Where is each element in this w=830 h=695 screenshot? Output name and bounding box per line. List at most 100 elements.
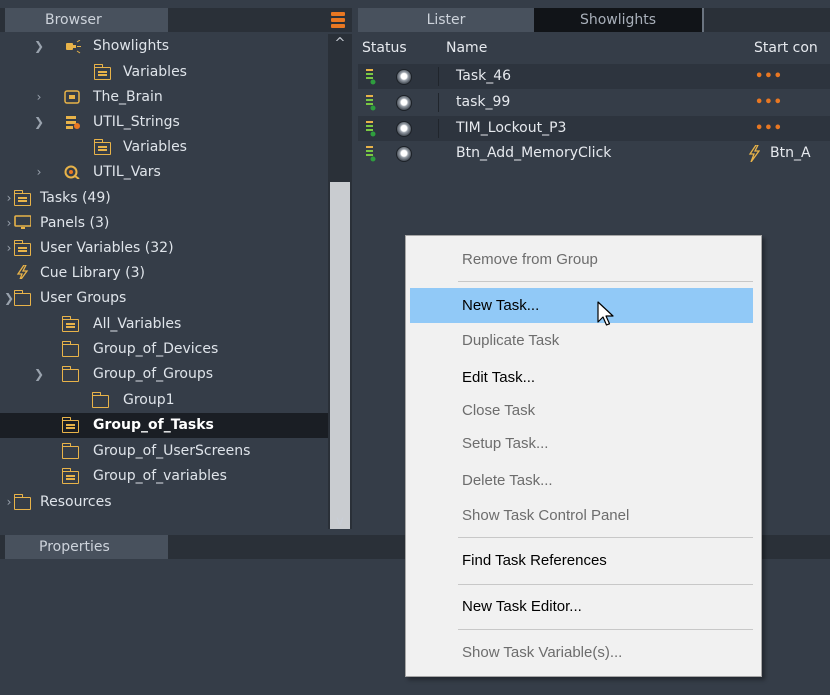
browser-header: Browser	[0, 8, 352, 32]
scrollbar-thumb[interactable]	[330, 182, 350, 529]
tree-item-label: Group_of_Groups	[93, 366, 214, 382]
tree-item-label: All_Variables	[93, 316, 182, 332]
status-indicator-icon	[396, 121, 412, 137]
tree-item-label: Tasks (49)	[40, 190, 111, 206]
chevron-down-icon[interactable]: ❯	[32, 362, 46, 387]
status-indicator-icon	[396, 95, 412, 111]
column-divider	[438, 119, 439, 138]
tree-item-the-brain[interactable]: › The_Brain	[0, 85, 328, 110]
folder-icon	[91, 392, 109, 408]
tree-item-all-variables[interactable]: All_Variables	[0, 312, 328, 337]
task-status-icon	[366, 69, 376, 85]
showlights-icon	[66, 40, 81, 54]
tree-item-group-of-groups[interactable]: ❯ Group_of_Groups	[0, 362, 328, 387]
lightning-icon	[748, 145, 760, 162]
chevron-right-icon[interactable]: ›	[32, 85, 46, 110]
tasks-folder-icon	[13, 190, 31, 206]
menu-item-duplicate-task[interactable]: Duplicate Task	[410, 323, 753, 358]
tree-item-resources[interactable]: › Resources	[0, 490, 328, 515]
tree-item-label: Variables	[123, 139, 187, 155]
folder-icon	[13, 290, 31, 306]
tab-lister[interactable]: Lister	[358, 8, 534, 32]
variables-folder-icon	[13, 240, 31, 256]
lightning-icon	[16, 265, 29, 279]
menu-item-delete-task[interactable]: Delete Task...	[410, 463, 753, 498]
chevron-down-icon[interactable]: ❯	[32, 34, 46, 59]
menu-item-setup-task[interactable]: Setup Task...	[410, 426, 753, 461]
vars-module-icon	[64, 165, 80, 179]
scroll-up-icon[interactable]: ^	[328, 36, 352, 51]
hamburger-menu-icon[interactable]	[331, 12, 345, 28]
tree-item-label: Resources	[40, 494, 112, 510]
start-condition: •••	[755, 95, 783, 110]
status-indicator-icon	[396, 69, 412, 85]
menu-item-edit-task[interactable]: Edit Task...	[410, 360, 753, 395]
brain-module-icon	[64, 90, 80, 104]
variables-folder-icon	[61, 468, 79, 484]
table-row[interactable]: Task_46 •••	[358, 64, 830, 89]
menu-item-show-task-control-panel[interactable]: Show Task Control Panel	[410, 498, 753, 533]
tree-item-showlights[interactable]: ❯ Showlights	[0, 34, 328, 59]
column-header-name[interactable]: Name	[446, 37, 487, 59]
table-row[interactable]: Btn_Add_MemoryClick Btn_A	[358, 141, 830, 166]
menu-separator	[458, 281, 753, 282]
table-row[interactable]: task_99 •••	[358, 90, 830, 115]
tree-item-group-of-userscreens[interactable]: Group_of_UserScreens	[0, 439, 328, 464]
browser-tab[interactable]: Browser	[5, 8, 168, 32]
tree-item-cue-library[interactable]: Cue Library (3)	[0, 261, 328, 286]
tree-item-label: User Groups	[40, 290, 127, 306]
menu-item-close-task[interactable]: Close Task	[410, 393, 753, 428]
chevron-right-icon[interactable]: ›	[32, 160, 46, 185]
menu-item-new-task[interactable]: New Task...	[410, 288, 753, 323]
variables-folder-icon	[93, 64, 111, 80]
folder-icon	[61, 443, 79, 459]
tree-item-tasks[interactable]: › Tasks (49)	[0, 186, 328, 211]
tab-showlights[interactable]: Showlights	[534, 8, 704, 32]
tree-item-showlights-variables[interactable]: Variables	[0, 60, 328, 85]
variables-folder-icon	[61, 316, 79, 332]
monitor-icon	[14, 215, 31, 229]
tree-item-group-of-variables[interactable]: Group_of_variables	[0, 464, 328, 489]
tree-item-util-strings[interactable]: ❯ UTIL_Strings	[0, 110, 328, 135]
menu-item-new-task-editor[interactable]: New Task Editor...	[410, 589, 753, 624]
properties-tab[interactable]: Properties	[5, 535, 168, 559]
tasks-folder-icon	[61, 417, 79, 433]
tree-item-user-groups[interactable]: ❯ User Groups	[0, 286, 328, 311]
tree-item-label: Group_of_UserScreens	[93, 443, 251, 459]
tree-item-group-of-tasks[interactable]: Group_of_Tasks	[0, 413, 328, 438]
status-indicator-icon	[396, 146, 412, 162]
tree-item-user-variables[interactable]: › User Variables (32)	[0, 236, 328, 261]
folder-icon	[13, 494, 31, 510]
column-header-status[interactable]: Status	[362, 37, 407, 59]
task-status-icon	[366, 146, 376, 162]
chevron-down-icon[interactable]: ❯	[32, 110, 46, 135]
table-row[interactable]: TIM_Lockout_P3 •••	[358, 116, 830, 141]
tree-item-group1[interactable]: Group1	[0, 388, 328, 413]
tree-item-label: The_Brain	[93, 89, 163, 105]
tree-item-panels[interactable]: › Panels (3)	[0, 211, 328, 236]
tree-item-label: Group1	[123, 392, 175, 408]
tree-item-util-strings-variables[interactable]: Variables	[0, 135, 328, 160]
scroll-down-icon[interactable]: v	[328, 514, 352, 529]
start-condition: •••	[755, 69, 783, 84]
mouse-pointer-icon	[597, 301, 614, 326]
tree-item-label: Group_of_Tasks	[93, 417, 214, 433]
tree-item-group-of-devices[interactable]: Group_of_Devices	[0, 337, 328, 362]
column-divider	[438, 67, 439, 86]
task-name: task_99	[456, 94, 511, 110]
task-name: Task_46	[456, 68, 512, 84]
task-status-icon	[366, 95, 376, 111]
variables-folder-icon	[93, 139, 111, 155]
tree-item-label: Cue Library (3)	[40, 265, 145, 281]
browser-scrollbar[interactable]: ^ v	[328, 34, 352, 529]
tree-item-label: Group_of_variables	[93, 468, 227, 484]
strings-icon	[66, 116, 80, 129]
tree-item-util-vars[interactable]: › UTIL_Vars	[0, 160, 328, 185]
folder-icon	[61, 366, 79, 382]
menu-item-show-task-variables[interactable]: Show Task Variable(s)...	[410, 635, 753, 670]
column-header-start-condition[interactable]: Start con	[754, 37, 818, 59]
tree-item-label: User Variables (32)	[40, 240, 174, 256]
menu-item-find-task-references[interactable]: Find Task References	[410, 543, 753, 578]
tree-item-label: Showlights	[93, 38, 170, 54]
menu-item-remove-from-group[interactable]: Remove from Group	[410, 242, 753, 277]
